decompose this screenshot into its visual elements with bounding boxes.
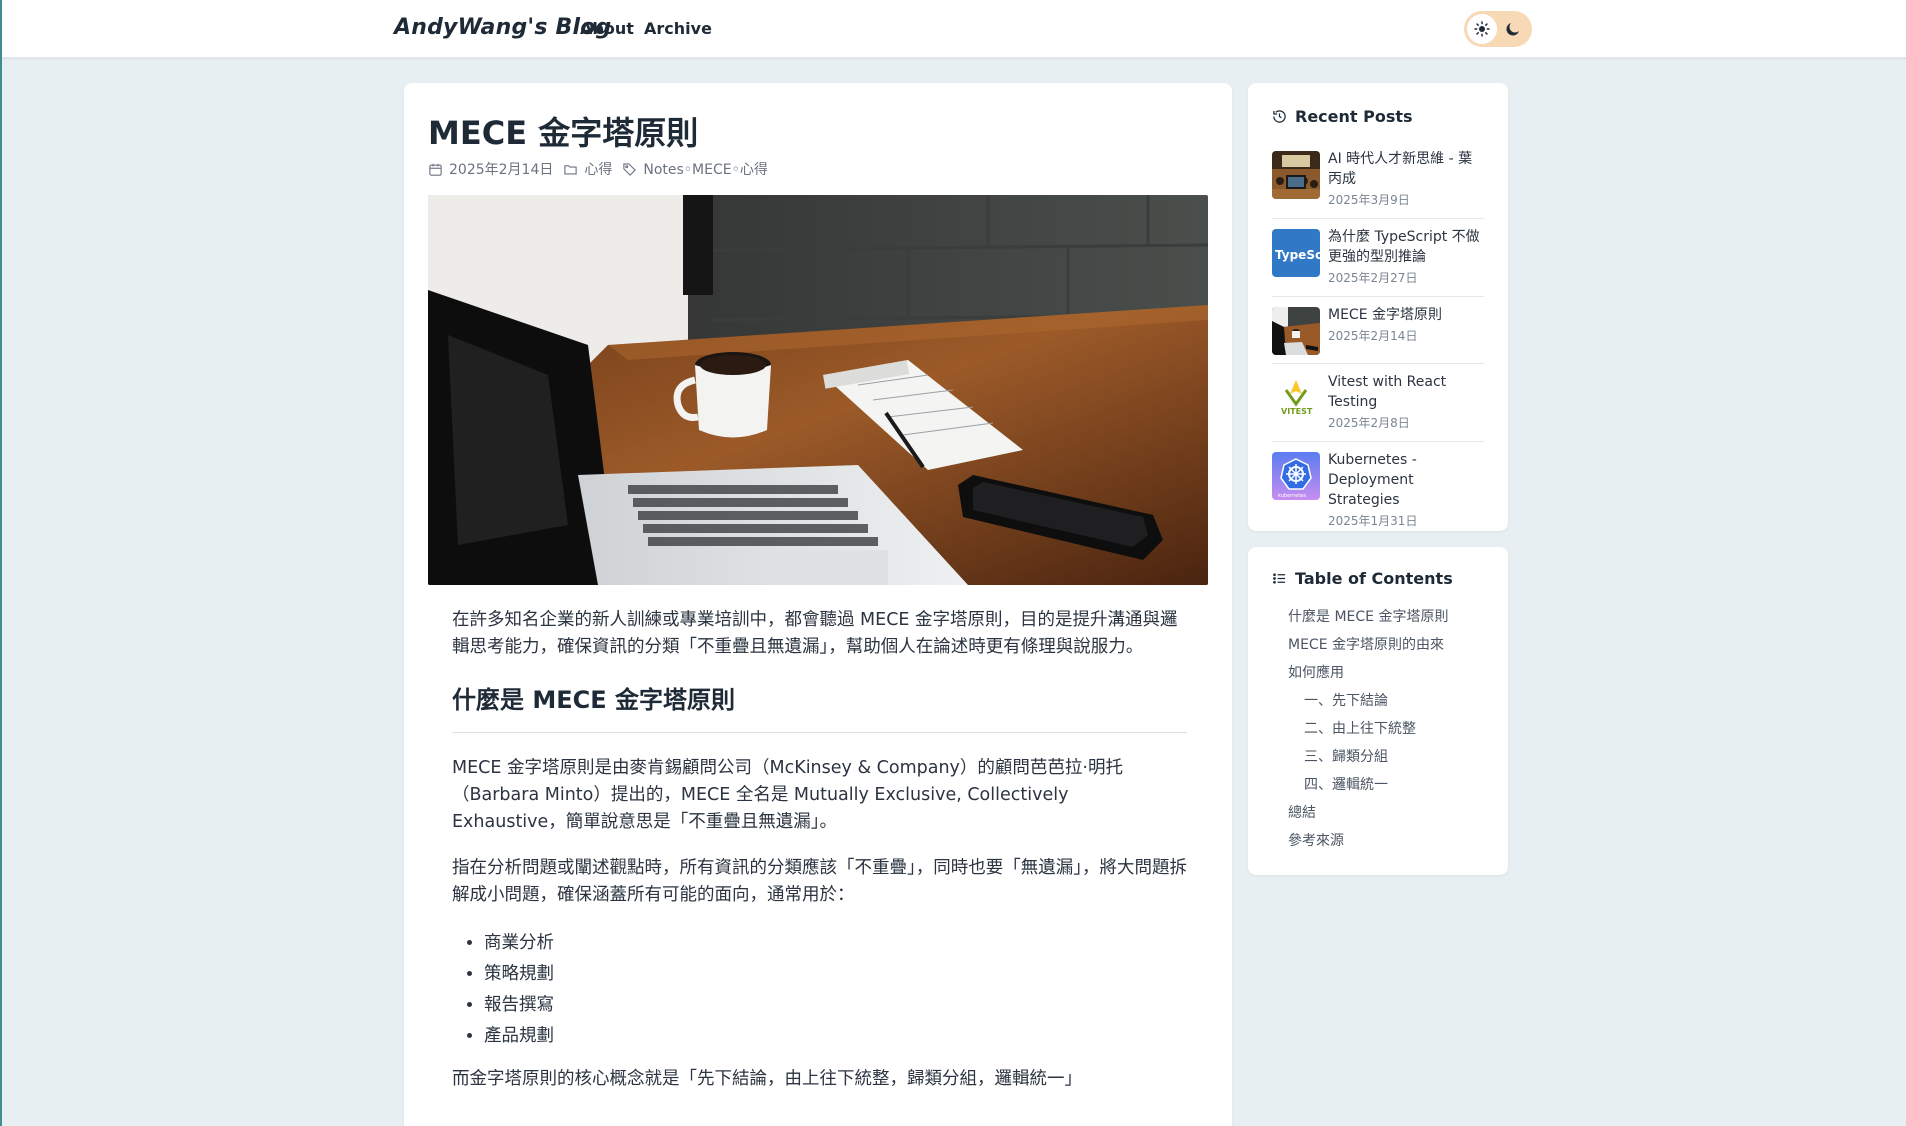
post-meta: 2025年2月14日 心得 Notes◦MECE◦心得	[428, 159, 768, 179]
recent-post-title[interactable]: 為什麼 TypeScript 不做更強的型別推論	[1328, 227, 1484, 267]
kubernetes-logo-text: kubernetes	[1278, 493, 1306, 499]
list-item: 報告撰寫	[484, 990, 1187, 1021]
post-category-link[interactable]: 心得	[584, 159, 612, 179]
nav-about-link[interactable]: About	[580, 19, 634, 38]
conference-thumb	[1272, 151, 1320, 199]
recent-post-title[interactable]: Vitest with React Testing	[1328, 372, 1484, 412]
recent-post-item[interactable]: TypeSc 為什麼 TypeScript 不做更強的型別推論 2025年2月2…	[1272, 219, 1484, 297]
post-title: MECE 金字塔原則	[428, 114, 699, 152]
post-body: 在許多知名企業的新人訓練或專業培訓中，都會聽過 MECE 金字塔原則，目的是提升…	[452, 607, 1187, 1112]
recent-post-title[interactable]: Kubernetes - Deployment Strategies	[1328, 450, 1484, 510]
toc-item[interactable]: 參考來源	[1288, 827, 1448, 855]
theme-toggle[interactable]	[1464, 11, 1532, 47]
article-card: MECE 金字塔原則 2025年2月14日 心得 Notes◦MECE◦心得 在…	[404, 83, 1232, 1126]
list-item: 策略規劃	[484, 959, 1187, 990]
toc-subitem[interactable]: 三、歸類分組	[1288, 743, 1448, 771]
recent-post-item[interactable]: AI 時代人才新思維 - 葉丙成 2025年3月9日	[1272, 147, 1484, 219]
calendar-icon	[429, 163, 442, 176]
section-heading-what-is-mece: 什麼是 MECE 金字塔原則	[452, 687, 1187, 733]
recent-post-date: 2025年2月27日	[1328, 271, 1418, 285]
folder-icon	[564, 164, 578, 174]
vitest-logo-text: VITEST	[1281, 407, 1313, 416]
toc-item[interactable]: MECE 金字塔原則的由來	[1288, 631, 1448, 659]
kubernetes-thumb: kubernetes	[1272, 452, 1320, 500]
recent-post-item[interactable]: MECE 金字塔原則 2025年2月14日	[1272, 297, 1484, 364]
table-of-contents-card: Table of Contents 什麼是 MECE 金字塔原則 MECE 金字…	[1248, 547, 1508, 875]
list-item: 商業分析	[484, 928, 1187, 959]
toc-item[interactable]: 什麼是 MECE 金字塔原則	[1288, 603, 1448, 631]
desk-thumb	[1272, 307, 1320, 355]
toc-subitem[interactable]: 二、由上往下統整	[1288, 715, 1448, 743]
body-paragraph: 而金字塔原則的核心概念就是「先下結論，由上往下統整，歸類分組，邏輯統一」	[452, 1069, 1082, 1089]
recent-post-item[interactable]: kubernetes Kubernetes - Deployment Strat…	[1272, 442, 1484, 539]
recent-posts-title: Recent Posts	[1295, 107, 1413, 126]
sun-icon	[1467, 14, 1497, 44]
recent-post-date: 2025年2月14日	[1328, 329, 1418, 343]
recent-post-date: 2025年1月31日	[1328, 514, 1418, 528]
recent-posts-heading: Recent Posts	[1272, 107, 1413, 126]
usage-list: 商業分析 策略規劃 報告撰寫 產品規劃	[484, 928, 1187, 1052]
toc-title: Table of Contents	[1295, 569, 1453, 588]
top-navbar: AndyWang's Blog About Archive	[2, 0, 1906, 58]
moon-icon	[1502, 18, 1524, 40]
body-paragraph: 指在分析問題或闡述觀點時，所有資訊的分類應該「不重疊」，同時也要「無遺漏」，將大…	[452, 858, 1187, 905]
recent-post-date: 2025年2月8日	[1328, 416, 1410, 430]
toc-item[interactable]: 總結	[1288, 799, 1448, 827]
recent-post-item[interactable]: VITEST Vitest with React Testing 2025年2月…	[1272, 364, 1484, 442]
vitest-thumb: VITEST	[1272, 374, 1320, 422]
site-brand-link[interactable]: AndyWang's Blog	[394, 15, 611, 40]
list-item: 產品規劃	[484, 1021, 1187, 1052]
toc-heading: Table of Contents	[1272, 569, 1453, 588]
laptop-coffee-desk-image	[428, 195, 1208, 585]
nav-archive-link[interactable]: Archive	[644, 19, 712, 38]
toc-list: 什麼是 MECE 金字塔原則 MECE 金字塔原則的由來 如何應用 一、先下結論…	[1288, 603, 1448, 855]
toc-subitem[interactable]: 四、邏輯統一	[1288, 771, 1448, 799]
recent-posts-list: AI 時代人才新思維 - 葉丙成 2025年3月9日 TypeSc 為什麼 Ty…	[1272, 147, 1484, 539]
recent-post-title[interactable]: AI 時代人才新思維 - 葉丙成	[1328, 149, 1484, 189]
post-tags-link[interactable]: Notes◦MECE◦心得	[643, 159, 768, 179]
tag-icon	[623, 162, 637, 176]
toc-item[interactable]: 如何應用	[1288, 659, 1448, 687]
post-date: 2025年2月14日	[449, 162, 554, 178]
typescript-thumb: TypeSc	[1272, 229, 1320, 277]
toc-subitem[interactable]: 一、先下結論	[1288, 687, 1448, 715]
intro-paragraph: 在許多知名企業的新人訓練或專業培訓中，都會聽過 MECE 金字塔原則，目的是提升…	[452, 610, 1178, 657]
typescript-logo-text: TypeSc	[1275, 248, 1320, 262]
recent-posts-card: Recent Posts AI 時代人才新思維 - 葉丙成 2025年3月9日	[1248, 83, 1508, 531]
list-icon	[1273, 573, 1286, 584]
recent-post-date: 2025年3月9日	[1328, 193, 1410, 207]
history-icon	[1273, 110, 1286, 123]
recent-post-title[interactable]: MECE 金字塔原則	[1328, 305, 1484, 325]
body-paragraph: MECE 金字塔原則是由麥肯錫顧問公司（McKinsey & Company）的…	[452, 758, 1123, 832]
